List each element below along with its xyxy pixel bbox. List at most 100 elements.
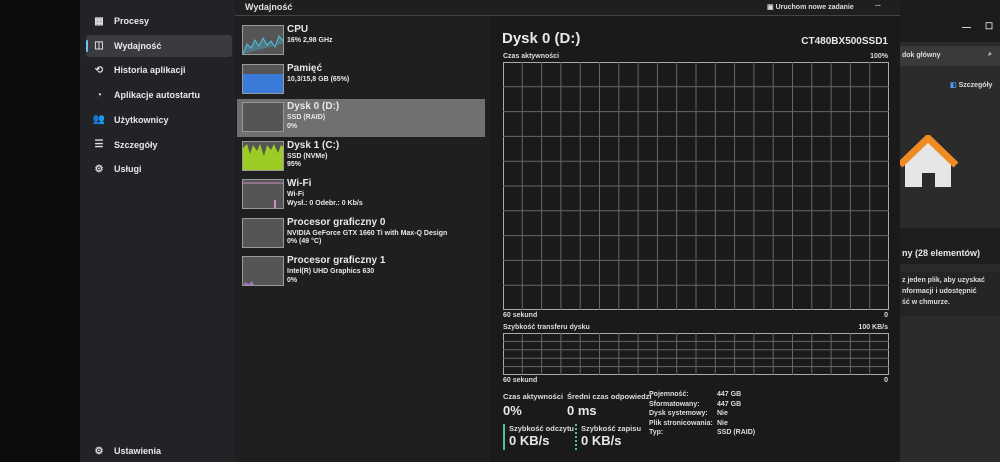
property-row: Plik stronicowania: Nie bbox=[649, 420, 789, 427]
resource-title: Procesor graficzny 0 bbox=[287, 216, 386, 228]
resource-item-2[interactable]: Dysk 0 (D:) SSD (RAID) 0% bbox=[237, 99, 485, 137]
chart2-min: 0 bbox=[884, 377, 888, 384]
resource-item-6[interactable]: Procesor graficzny 1 Intel(R) UHD Graphic… bbox=[237, 253, 485, 291]
chart2-time: 60 sekund bbox=[503, 377, 538, 384]
gear-icon: ⚙ bbox=[94, 445, 104, 457]
resource-item-0[interactable]: CPU 16% 2,98 GHz bbox=[237, 22, 485, 60]
resource-title: Dysk 0 (D:) bbox=[287, 101, 340, 112]
gear-icon: ⚙ bbox=[94, 163, 104, 175]
resource-detail: Wi-Fi bbox=[287, 191, 305, 198]
info-line: ść w chmurze. bbox=[902, 299, 950, 306]
sidebar-item-5[interactable]: ☰ Szczegóły bbox=[86, 134, 232, 156]
resource-list: CPU 16% 2,98 GHz Pamięć 10,3/15,8 GB (65%) D… bbox=[235, 0, 490, 462]
chart1-time: 60 sekund bbox=[503, 312, 538, 319]
resource-detail: Intel(R) UHD Graphics 630 bbox=[287, 268, 375, 275]
disk-title: Dysk 0 (D:) bbox=[502, 30, 581, 47]
address-bar[interactable]: dok główny ⌕ bbox=[900, 46, 1000, 66]
sidebar-item-3[interactable]: ◔ Aplikacje autostartu bbox=[86, 84, 232, 106]
sidebar-item-label: Wydajność bbox=[114, 40, 162, 51]
activity-chart bbox=[503, 62, 889, 310]
resource-detail: 10,3/15,8 GB (65%) bbox=[287, 75, 350, 83]
more-button[interactable]: ... bbox=[875, 1, 881, 8]
resource-title: Wi-Fi bbox=[287, 178, 312, 189]
resource-item-5[interactable]: Procesor graficzny 0 NVIDIA GeForce GTX 1… bbox=[237, 215, 485, 253]
chart2-label: Szybkość transferu dysku bbox=[503, 324, 590, 331]
sidebar-item-1[interactable]: ◫ Wydajność bbox=[86, 34, 232, 57]
property-row: Dysk systemowy: Nie bbox=[649, 410, 789, 417]
property-value: 447 GB bbox=[717, 400, 742, 408]
property-key: Pojemność: bbox=[649, 391, 689, 398]
sidebar-item-label: Szczegóły bbox=[114, 139, 158, 150]
sidebar-item-label: Użytkownicy bbox=[114, 114, 169, 125]
resource-thumbnail bbox=[242, 102, 284, 132]
resource-detail: SSD (NVMe) bbox=[287, 152, 328, 160]
property-value: SSD (RAID) bbox=[717, 429, 756, 436]
resource-detail: SSD (RAID) bbox=[287, 114, 326, 121]
property-key: Dysk systemowy: bbox=[649, 410, 708, 417]
list-icon: ☰ bbox=[94, 139, 104, 150]
property-key: Typ: bbox=[649, 429, 664, 436]
settings-button[interactable]: ⚙ Ustawienia bbox=[86, 440, 232, 462]
users-icon: 👥 bbox=[92, 114, 106, 126]
detail-panel: Dysk 0 (D:) CT480BX500SSD1 Czas aktywnoś… bbox=[490, 16, 900, 462]
property-row: Pojemność: 447 GB bbox=[649, 391, 789, 398]
header: Wydajność ▣ Uruchom nowe zadanie ... bbox=[235, 0, 900, 16]
resource-title: CPU bbox=[287, 24, 309, 35]
sidebar-item-label: Historia aplikacji bbox=[114, 65, 186, 76]
resource-item-3[interactable]: Dysk 1 (C:) SSD (NVMe) 95% bbox=[237, 138, 485, 176]
resource-detail: 0% (49 °C) bbox=[287, 238, 322, 245]
resource-title: Pamięć bbox=[287, 62, 323, 74]
property-key: Plik stronicowania: bbox=[649, 419, 713, 427]
resource-title: Dysk 1 (C:) bbox=[287, 139, 340, 151]
sidebar-item-2[interactable]: ⟲ Historia aplikacji bbox=[86, 59, 232, 81]
resource-thumbnail bbox=[242, 140, 284, 171]
sidebar-item-4[interactable]: 👥 Użytkownicy bbox=[86, 109, 232, 131]
resource-thumbnail bbox=[242, 25, 284, 55]
resource-detail: 0% bbox=[287, 276, 298, 284]
resource-detail: 95% bbox=[287, 161, 302, 168]
sidebar-item-0[interactable]: ▦ Procesy bbox=[86, 10, 232, 32]
property-value: 447 GB bbox=[717, 391, 742, 398]
transfer-chart bbox=[503, 333, 889, 375]
page-title: Wydajność bbox=[245, 2, 293, 12]
chart1-max: 100% bbox=[870, 53, 888, 60]
property-value: Nie bbox=[717, 410, 728, 417]
resource-detail: NVIDIA GeForce GTX 1660 Ti with Max-Q De… bbox=[287, 229, 448, 237]
sidebar-item-6[interactable]: ⚙ Usługi bbox=[86, 158, 232, 180]
info-line: z jeden plik, aby uzyskać bbox=[902, 277, 985, 284]
chart2-max: 100 KB/s bbox=[858, 324, 888, 331]
resource-thumbnail bbox=[242, 217, 284, 248]
minimize-button[interactable]: — bbox=[962, 22, 971, 32]
chart1-min: 0 bbox=[884, 312, 888, 319]
sidebar-item-label: Usługi bbox=[114, 164, 142, 175]
property-value: Nie bbox=[717, 419, 728, 427]
property-row: Typ: SSD (RAID) bbox=[649, 429, 789, 436]
active-time-value: 0% bbox=[503, 403, 522, 418]
write-speed-label: Szybkość zapisu bbox=[581, 424, 642, 433]
resource-item-4[interactable]: Wi-Fi Wi-Fi Wysł.: 0 Odebr.: 0 Kb/s bbox=[237, 176, 485, 214]
maximize-button[interactable]: ☐ bbox=[985, 21, 993, 32]
sidebar-item-label: Aplikacje autostartu bbox=[114, 90, 201, 101]
response-time-value: 0 ms bbox=[567, 403, 597, 418]
read-speed-label: Szybkość odczytu bbox=[509, 424, 575, 433]
details-button[interactable]: ◧ Szczegóły bbox=[950, 81, 992, 89]
sidebar: ▦ Procesy ◫ Wydajność ⟲ Historia aplikacji ◔ Ap… bbox=[80, 0, 235, 462]
speedometer-icon: ◔ bbox=[95, 89, 103, 101]
search-icon: ⌕ bbox=[988, 51, 992, 58]
run-task-button[interactable]: ▣ Uruchom nowe zadanie bbox=[767, 3, 854, 11]
write-speed: Szybkość zapisu 0 KB/s bbox=[575, 424, 641, 450]
file-explorer-window: — ☐ dok główny ⌕ ◧ Szczegóły ny (28 elem… bbox=[900, 0, 1000, 462]
grid-icon: ▦ bbox=[94, 15, 104, 27]
resource-detail: 16% 2,98 GHz bbox=[287, 37, 333, 44]
property-key: Sformatowany: bbox=[649, 400, 700, 408]
sidebar-item-label: Procesy bbox=[114, 16, 150, 26]
item-count: ny (28 elementów) bbox=[902, 248, 981, 258]
disk-model: CT480BX500SSD1 bbox=[801, 36, 888, 47]
chart1-label: Czas aktywności bbox=[503, 53, 560, 60]
info-box: z jeden plik, aby uzyskać nformacji i udo… bbox=[900, 272, 1000, 316]
home-icon bbox=[900, 135, 959, 187]
resource-thumbnail bbox=[242, 179, 284, 209]
resource-detail: 0% bbox=[287, 122, 298, 130]
resource-thumbnail bbox=[242, 63, 284, 94]
resource-item-1[interactable]: Pamięć 10,3/15,8 GB (65%) bbox=[237, 61, 485, 99]
